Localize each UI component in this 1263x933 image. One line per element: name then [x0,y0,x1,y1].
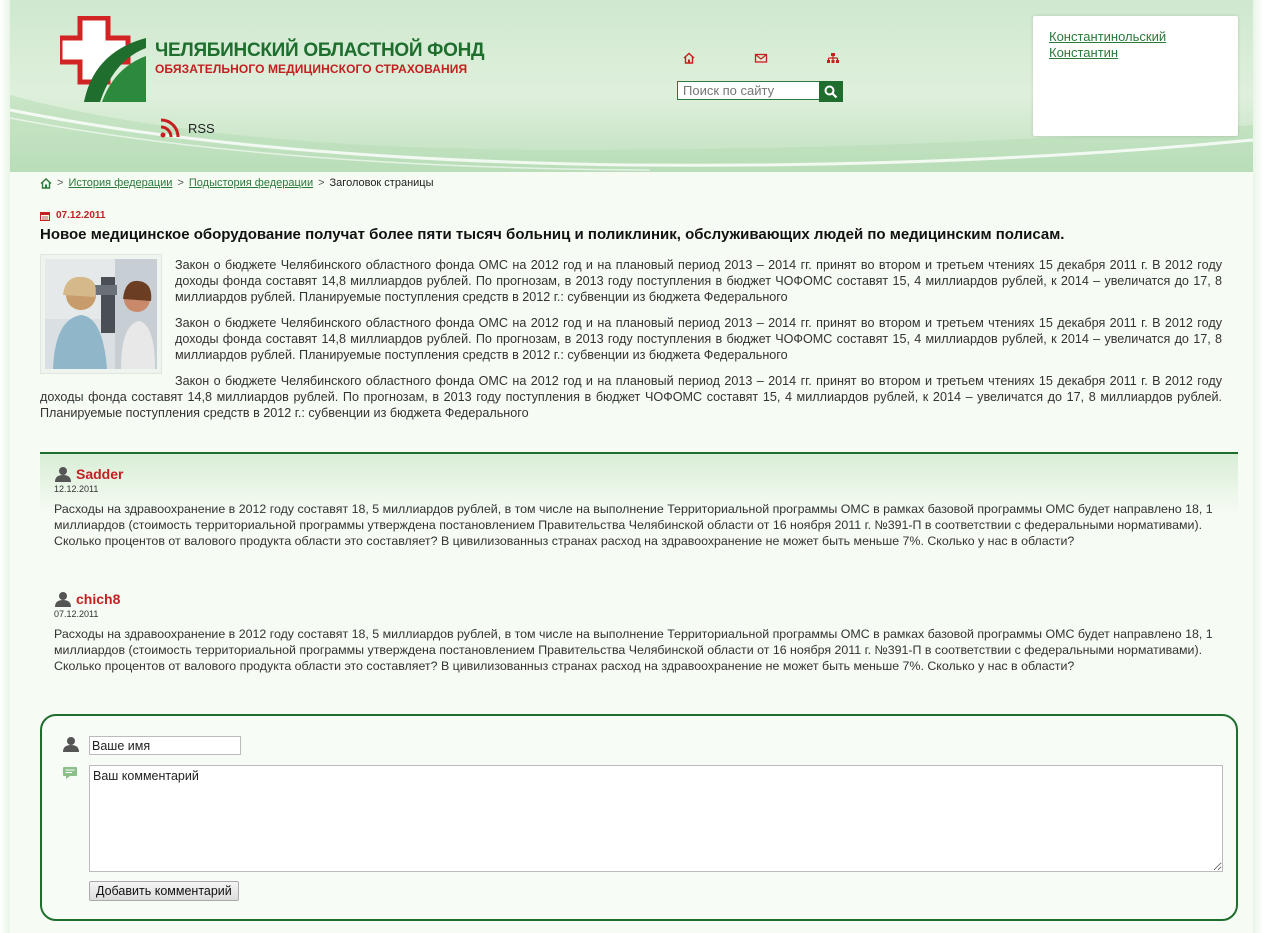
breadcrumb: > История федерации > Подыстория федерац… [40,177,434,189]
search-input[interactable] [677,81,819,100]
mail-icon[interactable] [754,52,768,64]
comment-textarea[interactable]: Ваш комментарий [89,765,1223,872]
comment-header: chich8 [54,591,1224,607]
search-button[interactable] [819,81,843,102]
comment-date: 07.12.2011 [54,609,99,619]
comment-icon [63,767,77,779]
comment: chich8 07.12.2011 Расходы на здравоохран… [54,591,1224,674]
comment-form: Ваш комментарий Добавить комментарий [40,714,1238,921]
comment-author[interactable]: Sadder [76,466,123,482]
logo-emblem [60,16,146,102]
logo-subtitle: ОБЯЗАТЕЛЬНОГО МЕДИЦИНСКОГО СТРАХОВАНИЯ [155,62,468,76]
breadcrumb-separator: > [318,177,325,189]
article-paragraph: Закон о бюджете Челябинского областного … [40,374,1222,420]
page-left-edge [0,0,10,933]
breadcrumb-separator: > [177,177,184,189]
comment: Sadder 12.12.2011 Расходы на здравоохран… [54,466,1224,549]
user-icon [55,467,71,482]
article-date: 07.12.2011 [40,210,106,221]
calendar-icon [40,211,50,221]
name-input[interactable] [89,736,241,755]
logo-title: ЧЕЛЯБИНСКИЙ ОБЛАСТНОЙ ФОНД [155,40,485,61]
site-header: ЧЕЛЯБИНСКИЙ ОБЛАСТНОЙ ФОНД ОБЯЗАТЕЛЬНОГО… [10,0,1253,172]
comments-section: Sadder 12.12.2011 Расходы на здравоохран… [40,452,1238,699]
comment-header: Sadder [54,466,1224,482]
rss-link[interactable]: RSS [160,118,215,138]
user-icon [63,737,79,752]
home-icon[interactable] [40,177,52,189]
comment-author[interactable]: chich8 [76,591,120,607]
search-box [677,81,845,102]
rss-label: RSS [188,120,215,136]
article-date-text: 07.12.2011 [56,210,106,221]
breadcrumb-current: Заголовок страницы [329,177,434,189]
add-comment-button[interactable]: Добавить комментарий [89,881,239,901]
page-right-edge [1253,0,1263,933]
breadcrumb-item[interactable]: Подыстория федерации [189,177,313,189]
user-profile-link[interactable]: Константинольский Константин [1049,29,1229,61]
user-icon [55,592,71,607]
article-paragraph: Закон о бюджете Челябинского областного … [175,316,1222,362]
sitemap-icon[interactable] [826,52,840,64]
home-icon[interactable] [682,52,696,64]
article-image [40,254,162,374]
breadcrumb-item[interactable]: История федерации [68,177,172,189]
comment-date: 12.12.2011 [54,484,99,494]
comment-text: Расходы на здравоохранение в 2012 году с… [54,627,1213,673]
breadcrumb-separator: > [57,177,64,189]
rss-icon [160,118,180,138]
comment-text: Расходы на здравоохранение в 2012 году с… [54,502,1213,548]
search-icon [824,85,838,98]
article-paragraph: Закон о бюджете Челябинского областного … [175,258,1222,304]
article-title: Новое медицинское оборудование получат б… [40,226,1065,243]
top-icon-bar [682,52,840,64]
user-panel: Константинольский Константин [1033,16,1238,136]
